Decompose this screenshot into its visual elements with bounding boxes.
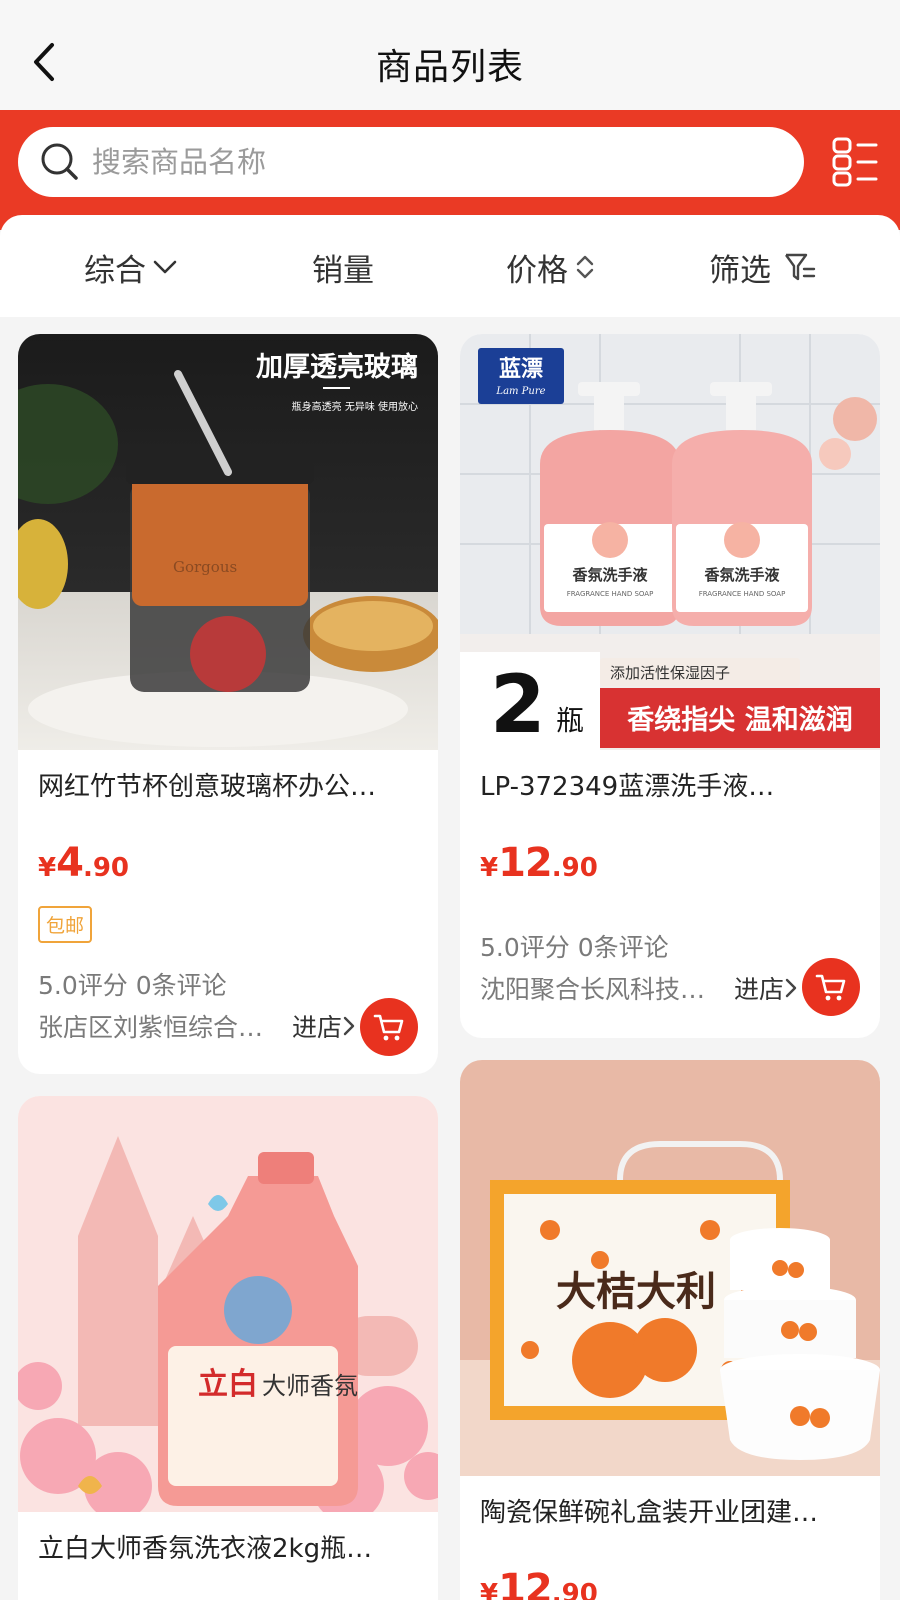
search-box[interactable] bbox=[18, 127, 804, 197]
image-subline: 瓶身高透亮 无异味 使用放心 bbox=[292, 400, 418, 413]
product-card[interactable]: 立白 大师香氛 立白大师香氛洗衣液2kg瓶… bbox=[18, 1096, 438, 1600]
chevron-down-icon bbox=[153, 260, 177, 274]
product-image[interactable]: 立白 大师香氛 bbox=[18, 1096, 438, 1512]
bottle-count-unit: 瓶 bbox=[556, 704, 584, 737]
product-name[interactable]: LP-372349蓝漂洗手液… bbox=[480, 766, 860, 803]
add-to-cart-button[interactable] bbox=[360, 998, 418, 1056]
product-image-art: 大桔大利 bbox=[460, 1060, 880, 1476]
product-name[interactable]: 陶瓷保鲜碗礼盒装开业团建… bbox=[480, 1492, 860, 1529]
cart-icon bbox=[373, 1014, 404, 1041]
sort-tab-sales[interactable]: 销量 bbox=[312, 245, 374, 289]
sort-tab-label: 价格 bbox=[506, 252, 568, 289]
brand-logo-en: Lam Pure bbox=[495, 386, 545, 397]
product-card[interactable]: 大桔大利 陶瓷保鲜碗礼盒装开业团建… ¥12.90 bbox=[460, 1060, 880, 1600]
price-integer: 12 bbox=[498, 840, 553, 886]
price-decimal: .90 bbox=[551, 853, 598, 883]
product-price: ¥12.90 bbox=[480, 840, 598, 886]
sort-tab-price[interactable]: 价格 bbox=[506, 245, 596, 289]
bottle-label: 香氛洗手液 bbox=[704, 566, 780, 584]
free-shipping-badge: 包邮 bbox=[38, 906, 93, 943]
product-image[interactable]: Gorgous 加厚透亮玻璃 瓶身高透亮 无异味 使用放心 bbox=[18, 334, 438, 750]
image-product: 大师香氛 bbox=[262, 1372, 358, 1400]
product-price: ¥4.90 bbox=[38, 840, 129, 886]
chevron-right-icon bbox=[343, 1016, 355, 1036]
product-image-art: 蓝漂 Lam Pure 香氛洗手液 FRAGRANCE HAND SOAP 香氛… bbox=[460, 334, 880, 750]
rating-text: 5.0评分 0条评论 bbox=[480, 933, 669, 962]
price-symbol: ¥ bbox=[38, 853, 57, 883]
product-card[interactable]: Gorgous 加厚透亮玻璃 瓶身高透亮 无异味 使用放心 网红竹节杯创意玻璃杯… bbox=[18, 334, 438, 1074]
product-image[interactable]: 大桔大利 bbox=[460, 1060, 880, 1476]
price-integer: 12 bbox=[498, 1566, 553, 1600]
image-tag-feature: 添加活性保湿因子 bbox=[610, 664, 730, 682]
sort-tab-label: 综合 bbox=[84, 252, 146, 289]
sort-tab-label: 销量 bbox=[312, 252, 374, 289]
filter-icon bbox=[785, 253, 816, 281]
bottle-label: 香氛洗手液 bbox=[572, 566, 648, 584]
search-band bbox=[0, 110, 900, 230]
product-price: ¥12.90 bbox=[480, 1566, 598, 1600]
price-decimal: .90 bbox=[82, 853, 129, 883]
price-symbol: ¥ bbox=[480, 1579, 499, 1600]
product-image-art: 立白 大师香氛 bbox=[18, 1096, 438, 1512]
price-symbol: ¥ bbox=[480, 853, 499, 883]
product-card[interactable]: 蓝漂 Lam Pure 香氛洗手液 FRAGRANCE HAND SOAP 香氛… bbox=[460, 334, 880, 1038]
bottle-label-en: FRAGRANCE HAND SOAP bbox=[699, 590, 786, 598]
product-image-art: Gorgous 加厚透亮玻璃 瓶身高透亮 无异味 使用放心 bbox=[18, 334, 438, 750]
shop-name: 张店区刘紫恒综合… bbox=[38, 1013, 264, 1042]
image-brand: 立白 bbox=[198, 1367, 258, 1402]
brand-logo-text: 蓝漂 bbox=[499, 357, 543, 382]
cart-icon bbox=[815, 974, 846, 1001]
product-name[interactable]: 网红竹节杯创意玻璃杯办公… bbox=[38, 766, 418, 803]
search-icon bbox=[41, 143, 78, 180]
chevron-right-icon bbox=[785, 978, 797, 998]
add-to-cart-button[interactable] bbox=[802, 958, 860, 1016]
sort-updown-icon bbox=[576, 255, 594, 279]
sort-tab-label: 筛选 bbox=[709, 252, 771, 289]
product-image[interactable]: 蓝漂 Lam Pure 香氛洗手液 FRAGRANCE HAND SOAP 香氛… bbox=[460, 334, 880, 750]
list-layout-icon[interactable] bbox=[832, 137, 878, 187]
sort-bar: 综合 销量 价格 筛选 bbox=[0, 215, 900, 317]
enter-shop-label: 进店 bbox=[734, 975, 785, 1004]
nav-bar: 商品列表 bbox=[0, 0, 900, 110]
enter-shop-link[interactable]: 进店 bbox=[292, 1008, 356, 1044]
rating-text: 5.0评分 0条评论 bbox=[38, 971, 227, 1000]
search-input[interactable] bbox=[92, 141, 772, 183]
image-headline: 加厚透亮玻璃 bbox=[256, 351, 418, 383]
product-name[interactable]: 立白大师香氛洗衣液2kg瓶… bbox=[38, 1528, 418, 1565]
image-motif: 大桔大利 bbox=[556, 1268, 716, 1315]
sort-tab-filter[interactable]: 筛选 bbox=[709, 245, 817, 289]
brand-text: Gorgous bbox=[173, 558, 237, 576]
page-title: 商品列表 bbox=[375, 47, 524, 88]
enter-shop-label: 进店 bbox=[292, 1013, 343, 1042]
price-integer: 4 bbox=[56, 840, 84, 886]
bottle-count-number: 2 bbox=[490, 658, 546, 750]
enter-shop-link[interactable]: 进店 bbox=[734, 970, 798, 1006]
shop-name: 沈阳聚合长风科技… bbox=[480, 975, 706, 1004]
image-tag-slogan: 香绕指尖 温和滋润 bbox=[627, 704, 852, 736]
sort-tab-comprehensive[interactable]: 综合 bbox=[84, 245, 178, 289]
bottle-label-en: FRAGRANCE HAND SOAP bbox=[567, 590, 654, 598]
price-decimal: .90 bbox=[551, 1579, 598, 1600]
